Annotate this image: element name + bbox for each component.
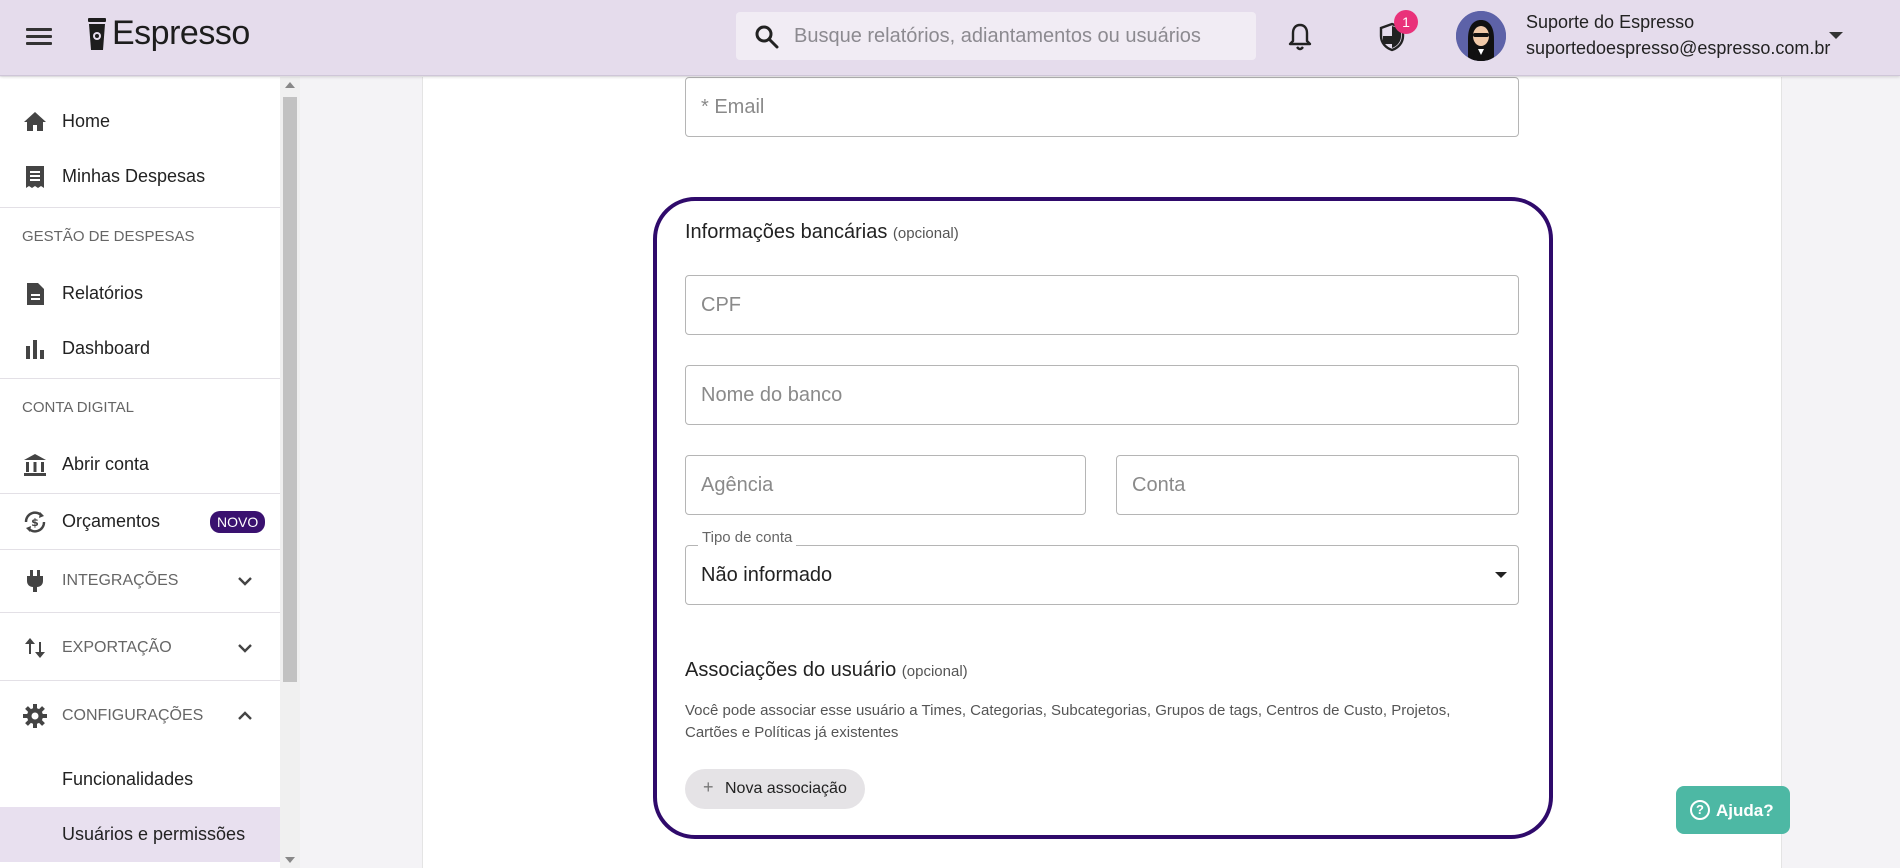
sidebar-item-label: Dashboard	[62, 338, 151, 358]
section-label-digital: CONTA DIGITAL	[22, 399, 134, 416]
help-question-icon: ?	[1690, 800, 1710, 820]
sidebar-item-open-account[interactable]: Abrir conta	[0, 437, 280, 492]
bank-info-title: Informações bancárias (opcional)	[685, 221, 959, 244]
search-box	[736, 12, 1256, 60]
sidebar-item-users-permissions[interactable]: Usuários e permissões	[0, 807, 280, 862]
home-icon	[24, 111, 46, 131]
chevron-up-icon	[238, 711, 252, 720]
bank-name-field[interactable]	[685, 365, 1519, 425]
sidebar-item-label: CONFIGURAÇÕES	[62, 707, 204, 724]
help-button[interactable]: ? Ajuda?	[1676, 786, 1790, 834]
receipt-icon	[26, 165, 44, 188]
sidebar-item-label: Orçamentos	[62, 511, 161, 531]
sidebar-item-features[interactable]: Funcionalidades	[0, 752, 280, 807]
sidebar-item-dashboard[interactable]: Dashboard	[0, 321, 280, 376]
sidebar-item-label: Relatórios	[62, 283, 144, 303]
sidebar-item-label: Home	[62, 111, 111, 131]
swap-vertical-icon	[25, 638, 45, 658]
account-type-value: Não informado	[701, 564, 833, 586]
gear-icon	[23, 704, 47, 728]
bank-icon	[24, 453, 46, 476]
notification-bell-icon[interactable]	[1286, 22, 1314, 52]
notification-badge: 1	[1394, 10, 1418, 34]
sidebar-item-label: EXPORTAÇÃO	[62, 639, 172, 656]
divider	[0, 612, 280, 613]
agency-input[interactable]	[686, 456, 1085, 514]
user-name: Suporte do Espresso	[1526, 12, 1695, 32]
sidebar-item-label: Usuários e permissões	[62, 824, 246, 844]
sidebar-item-settings[interactable]: CONFIGURAÇÕES	[0, 686, 280, 746]
document-icon	[27, 282, 44, 305]
chevron-down-icon	[238, 644, 252, 653]
scrollbar-thumb[interactable]	[283, 97, 297, 682]
scroll-up-arrow-icon[interactable]	[285, 82, 295, 88]
associations-title: Associações do usuário (opcional)	[685, 659, 968, 682]
cpf-input[interactable]	[686, 276, 1518, 334]
user-email: suportedoespresso@espresso.com.br	[1526, 38, 1831, 58]
optional-label: (opcional)	[901, 663, 968, 680]
new-association-button[interactable]: + Nova associação	[685, 769, 865, 809]
divider	[0, 378, 280, 379]
search-icon	[755, 25, 779, 49]
account-field[interactable]	[1116, 455, 1519, 515]
sidebar-item-label: Minhas Despesas	[62, 166, 206, 186]
user-menu-caret-icon[interactable]	[1829, 32, 1843, 39]
email-input[interactable]	[686, 78, 1518, 136]
plus-icon: +	[703, 777, 714, 797]
user-avatar[interactable]	[1456, 11, 1506, 61]
sidebar-item-home[interactable]: Home	[0, 94, 280, 149]
section-label-expenses: GESTÃO DE DESPESAS	[22, 228, 195, 245]
bank-info-title-text: Informações bancárias	[685, 221, 888, 243]
email-field[interactable]	[685, 77, 1519, 137]
currency-sync-icon: $	[24, 511, 46, 532]
cpf-field[interactable]	[685, 275, 1519, 335]
bar-chart-icon	[26, 339, 44, 359]
coffee-cup-icon	[88, 17, 106, 50]
chevron-down-icon	[238, 577, 252, 586]
divider	[0, 207, 280, 208]
svg-text:$: $	[31, 516, 39, 529]
bank-name-input[interactable]	[686, 366, 1518, 424]
top-header: Espresso 1 Suporte do Espresso suportedo…	[0, 0, 1900, 76]
account-type-label: Tipo de conta	[698, 529, 797, 546]
sidebar-scrollbar[interactable]	[280, 77, 300, 868]
divider	[0, 549, 280, 550]
app-logo[interactable]: Espresso	[86, 14, 250, 53]
sidebar-item-reports[interactable]: Relatórios	[0, 266, 280, 321]
sidebar-item-my-expenses[interactable]: Minhas Despesas	[0, 149, 280, 204]
sidebar-item-export[interactable]: EXPORTAÇÃO	[0, 618, 280, 678]
associations-title-text: Associações do usuário	[685, 659, 897, 681]
sidebar-item-label: Funcionalidades	[62, 769, 194, 789]
new-association-label: Nova associação	[725, 780, 847, 797]
search-input[interactable]	[794, 12, 1244, 60]
avatar-image	[1456, 11, 1506, 61]
new-badge: NOVO	[210, 510, 266, 533]
divider	[0, 680, 280, 681]
menu-icon[interactable]	[26, 24, 52, 48]
optional-label: (opcional)	[892, 225, 959, 242]
sidebar-item-budgets[interactable]: $ Orçamentos NOVO	[0, 494, 280, 549]
associations-description: Você pode associar esse usuário a Times,…	[685, 702, 1451, 741]
plug-icon	[27, 570, 43, 592]
sidebar: Home Minhas Despesas GESTÃO DE DESPESAS …	[0, 77, 280, 868]
app-name: Espresso	[112, 14, 250, 52]
help-label: Ajuda?	[1716, 801, 1774, 820]
scroll-down-arrow-icon[interactable]	[285, 857, 295, 863]
sidebar-item-label: Abrir conta	[62, 454, 150, 474]
sidebar-item-integrations[interactable]: INTEGRAÇÕES	[0, 551, 280, 611]
agency-field[interactable]	[685, 455, 1086, 515]
dropdown-caret-icon[interactable]	[1495, 572, 1507, 578]
sidebar-item-label: INTEGRAÇÕES	[62, 572, 179, 589]
account-input[interactable]	[1117, 456, 1518, 514]
